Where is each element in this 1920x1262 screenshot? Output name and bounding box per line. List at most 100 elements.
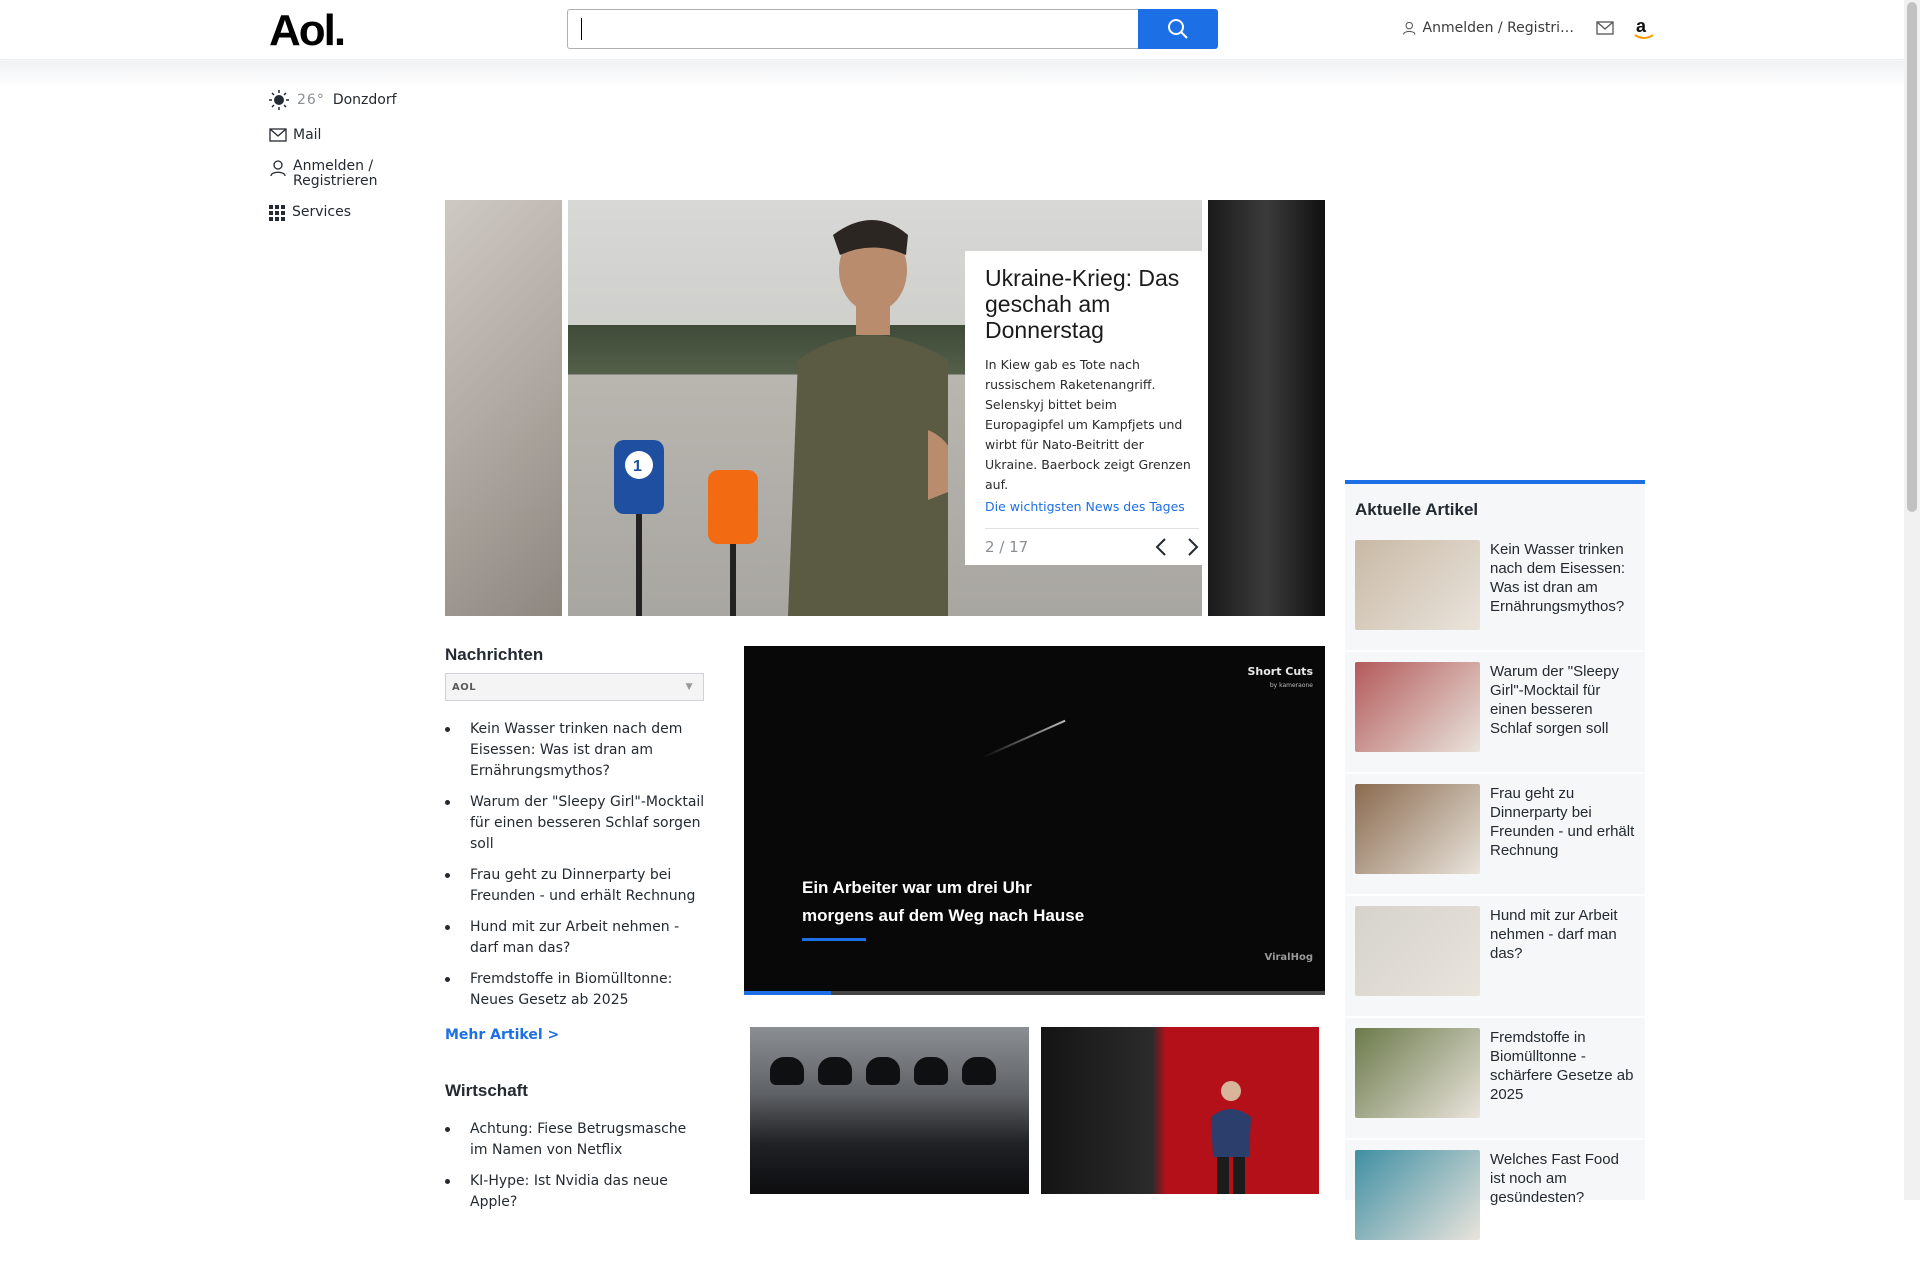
hero-link[interactable]: Die wichtigsten News des Tages xyxy=(985,499,1191,514)
list-item[interactable]: Hund mit zur Arbeit nehmen - darf man da… xyxy=(445,917,705,959)
hero-carousel: 1 Ukraine-Krieg: Das geschah am Donnerst… xyxy=(445,200,1325,616)
list-item[interactable]: Kein Wasser trinken nach dem Eisessen: W… xyxy=(445,719,705,782)
header-mail-link[interactable] xyxy=(1596,20,1614,39)
header-signin-label: Anmelden / Registri… xyxy=(1422,20,1575,36)
article-card[interactable]: Welches Fast Food ist noch am gesündeste… xyxy=(1345,1140,1645,1262)
nav-mail[interactable]: Mail xyxy=(269,128,419,143)
list-item[interactable]: Achtung: Fiese Betrugsmasche im Namen vo… xyxy=(445,1119,705,1161)
aktuelle-artikel-panel: Aktuelle Artikel Kein Wasser trinken nac… xyxy=(1345,480,1645,1262)
chevron-down-icon: ▼ xyxy=(685,682,693,692)
article-title: Kein Wasser trinken nach dem Eisessen: W… xyxy=(1490,541,1626,615)
wirtschaft-title: Wirtschaft xyxy=(445,1081,528,1100)
video-watermark: ViralHog xyxy=(1264,952,1314,963)
video-player[interactable]: Short Cuts by kameraone Ein Arbeiter war… xyxy=(744,646,1325,995)
nav-mail-label: Mail xyxy=(293,127,322,143)
nav-services[interactable]: Services xyxy=(269,205,419,222)
aol-logo[interactable]: Aol. xyxy=(269,6,346,56)
video-caption-line2: morgens auf dem Weg nach Hause xyxy=(802,906,1085,925)
location: Donzdorf xyxy=(332,92,397,108)
article-thumbnail-presenter[interactable] xyxy=(1041,1027,1319,1194)
amazon-link[interactable]: a xyxy=(1632,16,1656,42)
aktuelle-artikel-list: Kein Wasser trinken nach dem Eisessen: W… xyxy=(1345,530,1645,1262)
news-title: Nachrichten xyxy=(445,645,544,664)
hero-pager: 2 / 17 xyxy=(985,528,1199,557)
list-item[interactable]: KI-Hype: Ist Nvidia das neue Apple? xyxy=(445,1171,705,1213)
helmet-shape xyxy=(770,1057,804,1085)
temperature: 26° xyxy=(297,92,325,108)
header-shadow-band xyxy=(0,61,1904,87)
ad-placeholder xyxy=(1345,90,1645,475)
video-caption-line1: Ein Arbeiter war um drei Uhr xyxy=(802,878,1032,897)
list-item[interactable]: Frau geht zu Dinnerparty bei Freunden - … xyxy=(445,865,705,907)
left-nav: 26° Donzdorf Mail Anmelden / Registriere… xyxy=(269,90,419,238)
hero-title[interactable]: Ukraine-Krieg: Das geschah am Donnerstag xyxy=(985,265,1191,343)
article-card[interactable]: Kein Wasser trinken nach dem Eisessen: W… xyxy=(1345,530,1645,652)
article-thumbnail-police[interactable] xyxy=(750,1027,1029,1194)
nav-signin[interactable]: Anmelden / Registrieren xyxy=(269,159,419,189)
video-caption: Ein Arbeiter war um drei Uhr morgens auf… xyxy=(802,874,1084,930)
search-bar xyxy=(567,9,1218,49)
search-button[interactable] xyxy=(1138,9,1218,49)
video-light-streak xyxy=(982,719,1066,759)
video-brand: Short Cuts by kameraone xyxy=(1247,666,1313,692)
article-thumbnail xyxy=(1355,906,1480,996)
nav-signin-label: Anmelden / Registrieren xyxy=(293,158,378,189)
scrollbar[interactable] xyxy=(1904,0,1920,1200)
helmet-shape xyxy=(962,1057,996,1085)
slide-counter: 2 / 17 xyxy=(985,538,1029,556)
video-progress-fill xyxy=(744,991,832,995)
article-card[interactable]: Frau geht zu Dinnerparty bei Freunden - … xyxy=(1345,774,1645,896)
next-slide-image[interactable] xyxy=(1208,200,1325,616)
news-section: Nachrichten AOL ▼ Kein Wasser trinken na… xyxy=(445,645,705,1223)
article-thumbnail xyxy=(1355,662,1480,752)
helmet-shape xyxy=(914,1057,948,1085)
article-title: Frau geht zu Dinnerparty bei Freunden - … xyxy=(1490,785,1635,859)
chevron-left-icon[interactable] xyxy=(1155,537,1167,557)
article-title: Hund mit zur Arbeit nehmen - darf man da… xyxy=(1490,907,1618,962)
article-title: Fremdstoffe in Biomülltonne - schärfere … xyxy=(1490,1029,1634,1103)
header: Aol. Anmelden / Registri… a xyxy=(0,0,1904,60)
mail-icon xyxy=(1596,21,1614,35)
previous-slide-image[interactable] xyxy=(445,200,562,616)
helmet-shape xyxy=(818,1057,852,1085)
more-articles-link[interactable]: Mehr Artikel > xyxy=(445,1027,705,1043)
svg-text:1: 1 xyxy=(633,458,642,475)
aktuelle-artikel-title: Aktuelle Artikel xyxy=(1355,500,1479,519)
article-card[interactable]: Warum der "Sleepy Girl"-Mocktail für ein… xyxy=(1345,652,1645,774)
svg-text:a: a xyxy=(1636,16,1647,36)
news-source-value: AOL xyxy=(452,681,477,693)
weather-widget[interactable]: 26° Donzdorf xyxy=(269,90,419,110)
user-icon xyxy=(1403,21,1416,35)
text-cursor xyxy=(581,18,582,40)
hero-description: In Kiew gab es Tote nach russischem Rake… xyxy=(985,357,1191,492)
article-card[interactable]: Fremdstoffe in Biomülltonne - schärfere … xyxy=(1345,1018,1645,1140)
search-icon xyxy=(1168,19,1188,39)
grid-icon xyxy=(269,205,285,221)
mail-icon xyxy=(269,128,287,142)
header-signin-link[interactable]: Anmelden / Registri… xyxy=(1402,19,1574,37)
video-progress-bar[interactable] xyxy=(744,991,1325,995)
microphones: 1 xyxy=(614,440,758,616)
article-card[interactable]: Hund mit zur Arbeit nehmen - darf man da… xyxy=(1345,896,1645,1018)
amazon-icon: a xyxy=(1634,16,1654,39)
article-title: Warum der "Sleepy Girl"-Mocktail für ein… xyxy=(1490,663,1619,737)
news-source-select[interactable]: AOL ▼ xyxy=(445,673,704,701)
nav-services-label: Services xyxy=(292,204,352,220)
search-input[interactable] xyxy=(567,9,1138,49)
chevron-right-icon[interactable] xyxy=(1187,537,1199,557)
article-title: Welches Fast Food ist noch am gesündeste… xyxy=(1490,1151,1619,1206)
article-thumbnail xyxy=(1355,784,1480,874)
news-list: Kein Wasser trinken nach dem Eisessen: W… xyxy=(445,719,705,1011)
list-item[interactable]: Warum der "Sleepy Girl"-Mocktail für ein… xyxy=(445,792,705,855)
scrollbar-thumb[interactable] xyxy=(1907,2,1917,512)
article-thumbnail xyxy=(1355,1150,1480,1240)
video-caption-underline xyxy=(802,938,866,941)
list-item[interactable]: Fremdstoffe in Biomülltonne: Neues Geset… xyxy=(445,969,705,1011)
hero-person-silhouette xyxy=(788,220,948,616)
presenter-silhouette xyxy=(1211,1081,1251,1194)
user-icon xyxy=(270,160,286,177)
article-thumbnail xyxy=(1355,540,1480,630)
video-brand-name: Short Cuts xyxy=(1247,665,1313,678)
wirtschaft-section: Wirtschaft Achtung: Fiese Betrugsmasche … xyxy=(445,1081,705,1213)
article-thumbnail xyxy=(1355,1028,1480,1118)
